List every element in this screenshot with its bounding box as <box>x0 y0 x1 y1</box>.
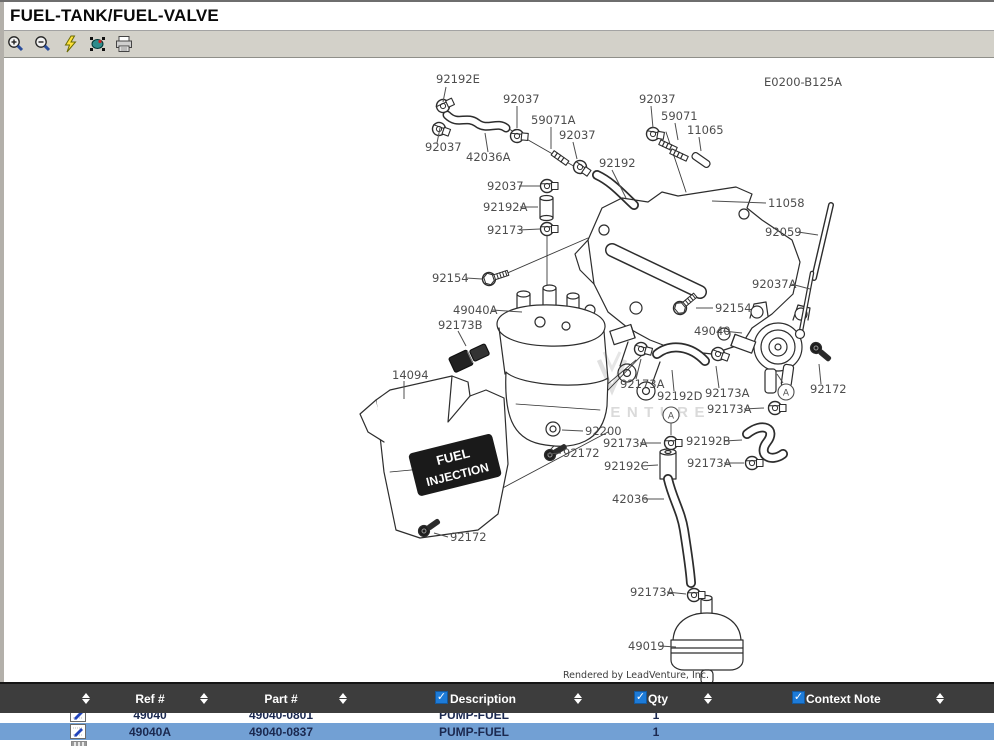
part-label-49019[interactable]: 49019 <box>628 639 665 653</box>
part-label-92173A[interactable]: 92173A <box>687 456 732 470</box>
column-header-context-note[interactable]: Context Note <box>806 692 881 706</box>
parts-diagram-canvas: LEADVENTURE <box>0 2 994 746</box>
part-label-92173A[interactable]: 92173A <box>603 436 648 450</box>
part-label-11065[interactable]: 11065 <box>687 123 724 137</box>
cell-ref: 49040 <box>133 713 166 722</box>
part-label-42036A[interactable]: 42036A <box>466 150 511 164</box>
column-header-part-[interactable]: Part # <box>264 692 297 706</box>
part-label-92037[interactable]: 92037 <box>639 92 676 106</box>
part-label-59071[interactable]: 59071 <box>661 109 698 123</box>
parts-table: Ref #Part #✓Description✓Qty✓Context Note… <box>0 682 994 746</box>
part-label-92192E[interactable]: 92192E <box>436 72 480 86</box>
hotspot-select-button[interactable] <box>87 34 107 54</box>
part-label-92037[interactable]: 92037 <box>425 140 462 154</box>
part-label-92192D[interactable]: 92192D <box>657 389 703 403</box>
parts-table-header: Ref #Part #✓Description✓Qty✓Context Note <box>0 682 994 713</box>
part-label-92172[interactable]: 92172 <box>450 530 487 544</box>
diagram-drawing: FUEL INJECTION <box>360 95 833 684</box>
part-label-11058[interactable]: 11058 <box>768 196 805 210</box>
table-row[interactable]: 49040 49040-0801 PUMP-FUEL 1 <box>0 713 994 723</box>
part-label-92173A[interactable]: 92173A <box>630 585 675 599</box>
part-label-49040[interactable]: 49040 <box>694 324 731 338</box>
row-edit-icon[interactable] <box>70 724 86 739</box>
zoom-out-icon <box>34 35 52 53</box>
part-label-E0200-B125A[interactable]: E0200-B125A <box>764 75 842 89</box>
cell-qty: 1 <box>653 713 660 722</box>
part-label-92037[interactable]: 92037 <box>559 128 596 142</box>
column-header-ref-[interactable]: Ref # <box>135 692 164 706</box>
print-button[interactable] <box>114 34 134 54</box>
part-label-92192C[interactable]: 92192C <box>604 459 649 473</box>
table-row[interactable]: 49040A 49040-0837 PUMP-FUEL 1 <box>0 723 994 740</box>
cell-qty: 1 <box>653 725 660 739</box>
part-label-92154[interactable]: 92154 <box>715 301 752 315</box>
window-left-border <box>0 2 4 682</box>
part-label-92154[interactable]: 92154 <box>432 271 469 285</box>
printer-icon <box>114 35 134 53</box>
sort-control-col-4[interactable] <box>704 693 712 704</box>
cell-part: 49040-0837 <box>249 725 313 739</box>
part-label-42036[interactable]: 42036 <box>612 492 649 506</box>
hotspot-select-icon <box>88 35 107 53</box>
part-label-92173B[interactable]: 92173B <box>438 318 483 332</box>
part-label-92059[interactable]: 92059 <box>765 225 802 239</box>
column-checkbox-context-note[interactable]: ✓ <box>792 691 805 704</box>
part-label-92173A[interactable]: 92173A <box>705 386 750 400</box>
svg-text:A: A <box>668 412 675 422</box>
column-checkbox-qty[interactable]: ✓ <box>634 691 647 704</box>
part-label-92037[interactable]: 92037 <box>503 92 540 106</box>
part-label-59071A[interactable]: 59071A <box>531 113 576 127</box>
svg-text:A: A <box>783 389 790 399</box>
row-edit-icon[interactable] <box>70 713 86 722</box>
column-checkbox-description[interactable]: ✓ <box>435 691 448 704</box>
table-row-partial[interactable] <box>0 740 994 746</box>
cell-description: PUMP-FUEL <box>439 725 509 739</box>
part-label-92192A[interactable]: 92192A <box>483 200 528 214</box>
sort-control-col-1[interactable] <box>200 693 208 704</box>
title-bar: FUEL-TANK/FUEL-VALVE <box>0 2 994 31</box>
column-header-qty[interactable]: Qty <box>648 692 668 706</box>
part-label-14094[interactable]: 14094 <box>392 368 429 382</box>
part-label-49040A[interactable]: 49040A <box>453 303 498 317</box>
part-label-92037[interactable]: 92037 <box>487 179 524 193</box>
rendered-by-credit: Rendered by LeadVenture, Inc. <box>563 670 709 681</box>
column-header-description[interactable]: Description <box>450 692 516 706</box>
sort-control-col-5[interactable] <box>936 693 944 704</box>
diagram-toolbar <box>0 31 994 58</box>
part-label-92172[interactable]: 92172 <box>810 382 847 396</box>
part-label-92173A[interactable]: 92173A <box>707 402 752 416</box>
zoom-in-icon <box>7 35 25 53</box>
page-title: FUEL-TANK/FUEL-VALVE <box>10 6 219 26</box>
zoom-in-button[interactable] <box>6 34 26 54</box>
lightning-icon <box>62 35 78 53</box>
zoom-out-button[interactable] <box>33 34 53 54</box>
sort-control-col-3[interactable] <box>574 693 582 704</box>
sort-control-col-0[interactable] <box>82 693 90 704</box>
refresh-button[interactable] <box>60 34 80 54</box>
cell-description: PUMP-FUEL <box>439 713 509 722</box>
part-label-92173[interactable]: 92173 <box>487 223 524 237</box>
part-label-92037A[interactable]: 92037A <box>752 277 797 291</box>
cell-ref: 49040A <box>129 725 171 739</box>
part-label-92192[interactable]: 92192 <box>599 156 636 170</box>
sort-control-col-2[interactable] <box>339 693 347 704</box>
cell-part: 49040-0801 <box>249 713 313 722</box>
part-label-92172[interactable]: 92172 <box>563 446 600 460</box>
part-label-92192B[interactable]: 92192B <box>686 434 731 448</box>
